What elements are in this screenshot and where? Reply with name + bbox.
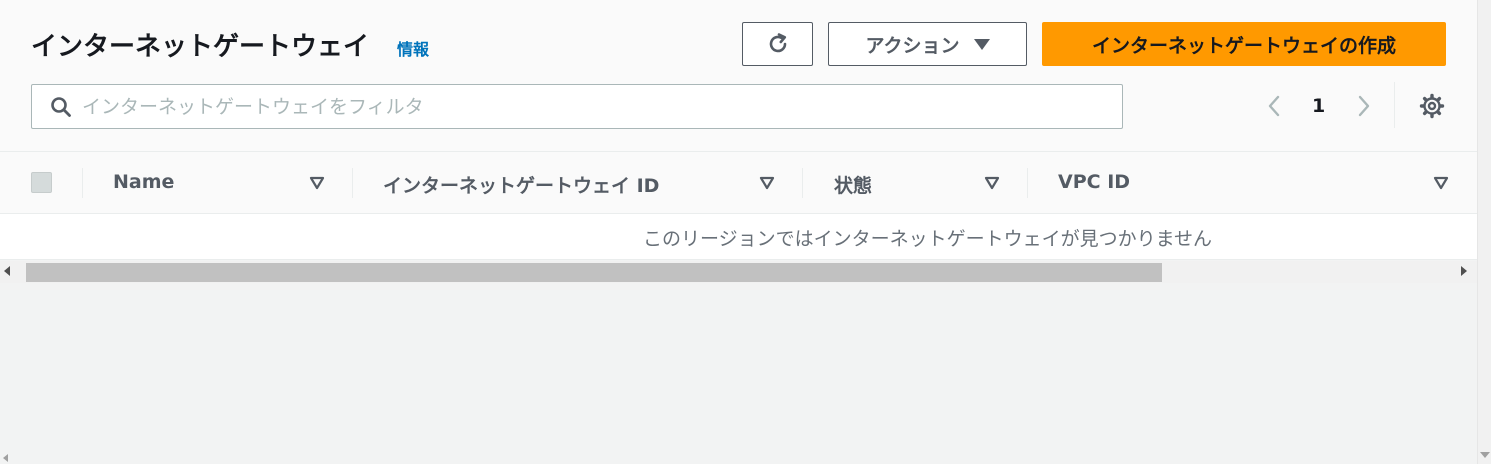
refresh-icon <box>769 33 786 53</box>
table-empty-row: このリージョンではインターネットゲートウェイが見つかりません <box>0 214 1477 260</box>
scroll-right-icon[interactable] <box>1461 266 1467 276</box>
previous-page-icon[interactable] <box>1264 94 1284 118</box>
page-title: インターネットゲートウェイ <box>31 32 370 62</box>
column-header-vpc-id[interactable]: VPC ID <box>1058 171 1130 193</box>
internet-gateways-panel: インターネットゲートウェイ 情報 アクション インターネットゲートウェイの作成 … <box>0 0 1477 260</box>
refresh-button[interactable] <box>742 22 813 66</box>
next-page-icon[interactable] <box>1354 94 1374 118</box>
create-internet-gateway-button[interactable]: インターネットゲートウェイの作成 <box>1042 22 1446 66</box>
sort-down-icon[interactable] <box>759 176 775 190</box>
actions-label: アクション <box>865 34 960 57</box>
sort-down-icon[interactable] <box>309 176 325 190</box>
column-divider <box>352 168 353 198</box>
scroll-left-icon[interactable] <box>3 454 8 462</box>
search-icon <box>51 96 71 117</box>
sort-down-icon[interactable] <box>984 176 1000 190</box>
column-divider <box>82 168 83 198</box>
select-all-checkbox[interactable] <box>31 172 52 193</box>
horizontal-scroll-thumb[interactable] <box>26 263 1162 282</box>
sort-down-icon[interactable] <box>1433 176 1449 190</box>
pager-divider <box>1394 82 1395 128</box>
table-header-row: Name インターネットゲートウェイ ID 状態 VPC ID <box>0 152 1477 214</box>
scroll-down-icon[interactable] <box>1480 452 1490 458</box>
actions-dropdown-button[interactable]: アクション <box>828 22 1027 66</box>
caret-down-icon <box>973 38 990 50</box>
column-divider <box>802 168 803 198</box>
gear-icon[interactable] <box>1419 93 1445 119</box>
info-link[interactable]: 情報 <box>397 36 429 60</box>
column-header-igw-id[interactable]: インターネットゲートウェイ ID <box>383 171 659 198</box>
horizontal-scrollbar[interactable] <box>0 261 1477 283</box>
vertical-scrollbar[interactable] <box>1477 0 1491 464</box>
empty-state-message: このリージョンではインターネットゲートウェイが見つかりません <box>642 228 1213 250</box>
current-page-number[interactable]: 1 <box>1312 95 1325 117</box>
column-header-state[interactable]: 状態 <box>834 171 872 198</box>
column-divider <box>1027 168 1028 198</box>
scroll-left-icon[interactable] <box>4 266 10 276</box>
filter-input[interactable] <box>82 95 1102 118</box>
column-header-name[interactable]: Name <box>113 171 174 193</box>
panel-header: インターネットゲートウェイ 情報 アクション インターネットゲートウェイの作成 … <box>0 0 1477 152</box>
filter-search-box[interactable] <box>31 84 1123 129</box>
